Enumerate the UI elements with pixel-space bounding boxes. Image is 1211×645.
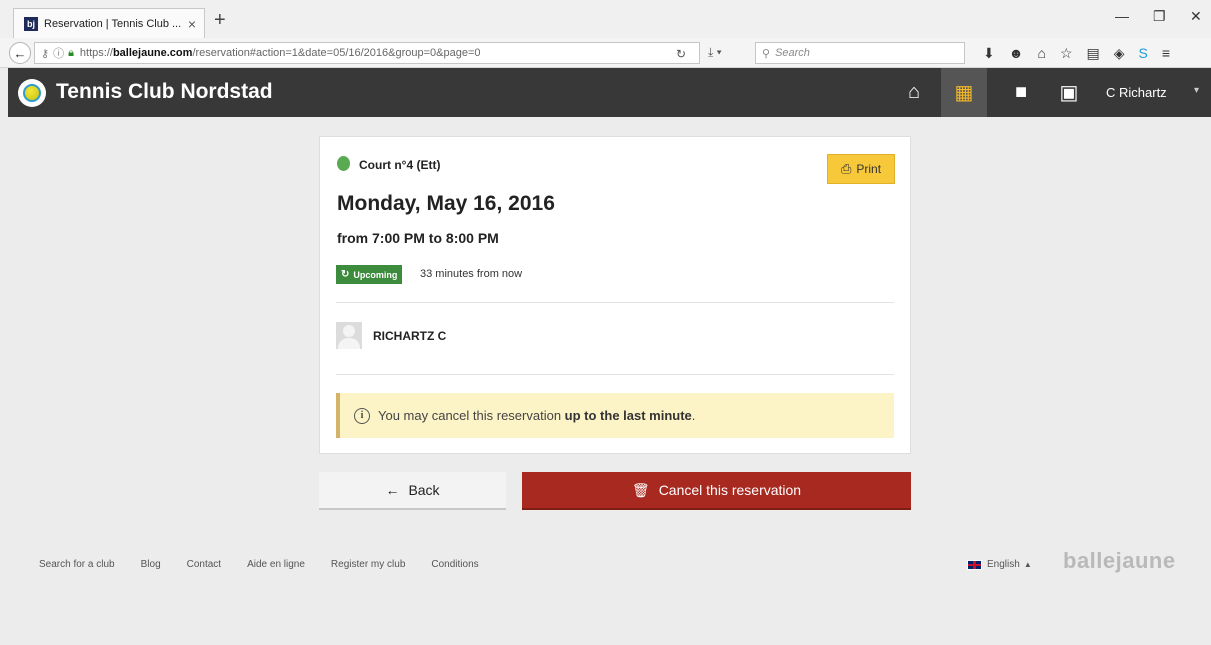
new-tab-icon[interactable]: + [214, 9, 226, 32]
cancel-label: Cancel this reservation [658, 482, 802, 498]
lock-icon[interactable]: 🔒︎ [68, 47, 74, 60]
printer-icon: ⎙ [840, 161, 852, 176]
arrow-left-icon: ← [385, 482, 400, 498]
reservation-date: Monday, May 16, 2016 [337, 192, 555, 215]
tennis-ball-icon [23, 84, 41, 102]
minimize-icon[interactable]: — [1115, 8, 1129, 24]
status-badge-label: Upcoming [353, 269, 398, 280]
downloads-icon[interactable]: ⬇ [983, 45, 995, 62]
footer-link[interactable]: Aide en ligne [247, 559, 305, 570]
chat-icon[interactable]: ☻ [1009, 45, 1024, 62]
footer-link[interactable]: Blog [141, 559, 161, 570]
print-label: Print [856, 162, 882, 176]
site-header: Tennis Club Nordstad ⌂ ▦ ■ ▣ C Richartz … [8, 68, 1211, 117]
reservation-time: from 7:00 PM to 8:00 PM [337, 230, 499, 246]
toolbar-icons: ⬇ ☻ ⌂ ☆ ▤ ◈ S ≡ [983, 45, 1170, 62]
reading-list-icon[interactable]: ▤ [1087, 45, 1100, 62]
search-placeholder: Search [775, 47, 810, 59]
site-title[interactable]: Tennis Club Nordstad [56, 80, 273, 104]
back-label: Back [408, 482, 440, 498]
court-label: Court n°4 (Ett) [359, 158, 441, 172]
messages-nav-icon[interactable]: ■ [998, 68, 1044, 117]
club-logo[interactable] [18, 79, 46, 107]
url-bar[interactable]: ⚷ ⓘ 🔒︎ https://ballejaune.com/reservatio… [34, 42, 700, 64]
tab-close-icon[interactable]: × [188, 16, 196, 32]
browser-tab[interactable]: bj Reservation | Tennis Club ... × [13, 8, 205, 38]
tab-title: Reservation | Tennis Club ... [44, 17, 182, 30]
home-icon[interactable]: ⌂ [1037, 45, 1045, 62]
skype-icon[interactable]: S [1139, 45, 1148, 62]
language-selector[interactable]: English ▲ [967, 559, 1032, 570]
trash-icon: 🗑︎ [631, 481, 650, 498]
notice-text: You may cancel this reservation up to th… [378, 408, 696, 423]
browser-navbar: ← ⚷ ⓘ 🔒︎ https://ballejaune.com/reservat… [0, 38, 1211, 68]
uk-flag-icon [967, 559, 982, 570]
search-input[interactable]: ⚲ Search [755, 42, 965, 64]
window-close-icon[interactable]: ✕ [1190, 8, 1202, 25]
calendar-nav-icon[interactable]: ▦ [941, 68, 987, 117]
divider [336, 302, 894, 303]
back-button[interactable]: ← Back [319, 472, 506, 510]
user-name[interactable]: C Richartz [1106, 85, 1167, 100]
footer-links: Search for a club Blog Contact Aide en l… [39, 559, 505, 570]
site-favicon-icon: bj [24, 16, 38, 31]
footer-link[interactable]: Register my club [331, 559, 405, 570]
reservation-card: Court n°4 (Ett) ⎙ Print Monday, May 16, … [319, 136, 911, 454]
url-prefix: https:// [79, 47, 113, 59]
caret-up-icon: ▲ [1023, 560, 1032, 569]
ballejaune-logo[interactable]: ballejaune [1063, 548, 1176, 574]
reload-icon[interactable]: ↻ [676, 47, 686, 61]
status-badge: ↻ Upcoming [336, 265, 403, 284]
browser-tabstrip: bj Reservation | Tennis Club ... × + — ❐… [0, 0, 1211, 38]
court-color-icon [337, 156, 350, 171]
avatar [336, 322, 362, 349]
user-menu-caret-icon[interactable]: ▾ [1194, 85, 1199, 96]
browser-back-icon[interactable]: ← [9, 42, 31, 64]
restore-icon[interactable]: ❐ [1153, 8, 1166, 25]
info-icon[interactable]: ⓘ [53, 45, 64, 61]
divider [336, 374, 894, 375]
cancel-reservation-button[interactable]: 🗑︎ Cancel this reservation [522, 472, 911, 510]
cancellation-notice: i You may cancel this reservation up to … [336, 393, 894, 438]
profile-nav-icon[interactable]: ▣ [1046, 68, 1092, 117]
print-button[interactable]: ⎙ Print [827, 154, 895, 184]
browser-menu-icon[interactable]: ≡ [1162, 45, 1170, 62]
footer-link[interactable]: Search for a club [39, 559, 115, 570]
home-nav-icon[interactable]: ⌂ [891, 68, 937, 117]
info-circle-icon: i [354, 407, 370, 424]
extension-icon[interactable]: ◈ [1114, 45, 1125, 62]
relative-time: 33 minutes from now [420, 268, 523, 280]
url-path: /reservation#action=1&date=05/16/2016&gr… [192, 47, 481, 59]
player-name: RICHARTZ C [373, 329, 447, 343]
search-icon: ⚲ [762, 47, 771, 60]
footer-link[interactable]: Conditions [431, 559, 478, 570]
download-dropdown-icon[interactable]: ⤓ ▾ [708, 45, 722, 60]
footer-link[interactable]: Contact [187, 559, 221, 570]
url-host: ballejaune.com [112, 47, 193, 59]
language-label: English [987, 559, 1020, 570]
refresh-icon: ↻ [341, 269, 350, 280]
key-icon[interactable]: ⚷ [41, 47, 49, 60]
bookmark-star-icon[interactable]: ☆ [1060, 45, 1073, 62]
